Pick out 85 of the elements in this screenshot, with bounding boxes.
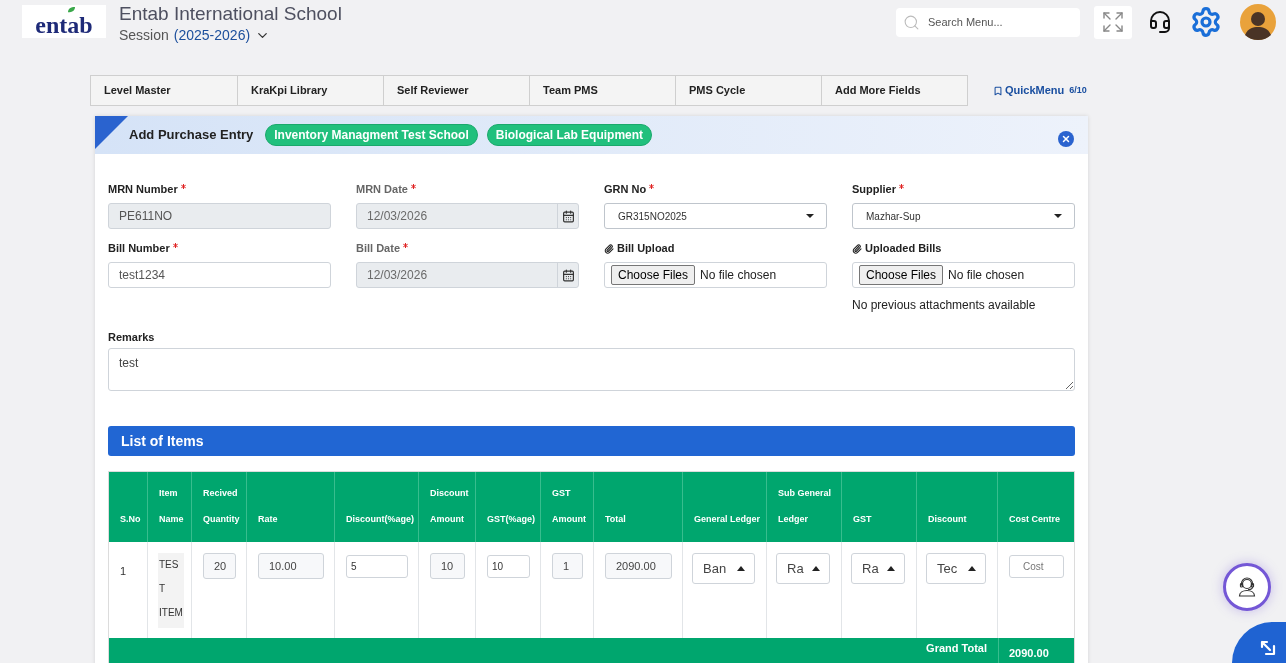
item-name-field: TEST ITEM	[158, 553, 184, 628]
select-dropdown[interactable]: Ra	[851, 553, 905, 584]
readonly-input[interactable]: 2090.00	[605, 553, 672, 579]
column-header: General Ledger	[694, 513, 761, 526]
column-header: Rate	[258, 513, 278, 526]
file-upload-field[interactable]: Choose Files No file chosen	[852, 262, 1075, 288]
caret-up-icon	[887, 566, 895, 571]
select-dropdown[interactable]: Ban	[692, 553, 755, 584]
select-dropdown[interactable]: Tec	[926, 553, 986, 584]
number-input[interactable]: 10	[487, 555, 530, 578]
calendar-icon	[561, 268, 575, 282]
attachments-note: No previous attachments available	[852, 297, 1037, 314]
section-title-bar: List of Items	[108, 426, 1075, 456]
grand-total-label: Grand Total	[926, 641, 987, 656]
remarks-textarea[interactable]: test	[108, 348, 1075, 391]
choose-files-button[interactable]: Choose Files	[611, 265, 696, 285]
text-input[interactable]: Cost	[1009, 555, 1064, 578]
column-header: GST Amount	[552, 487, 587, 526]
column-header: Sub General Ledger	[778, 487, 832, 526]
column-header: Discount Amount	[430, 487, 470, 526]
column-header: Cost Centre	[1009, 513, 1060, 526]
search-icon	[903, 13, 920, 31]
calendar-icon	[561, 209, 575, 223]
corner-triangle-icon	[95, 116, 128, 149]
paperclip-icon	[604, 243, 614, 254]
quickmenu-link[interactable]: QuickMenu 6/10	[993, 82, 1087, 99]
settings-icon[interactable]	[1190, 6, 1222, 38]
number-input[interactable]: 5	[346, 555, 408, 578]
select-dropdown[interactable]: Ra	[776, 553, 830, 584]
field-label: Bill Upload	[617, 241, 675, 257]
support-chat-button[interactable]	[1223, 563, 1271, 611]
row-number: 1	[120, 565, 127, 577]
readonly-input[interactable]: 10	[430, 553, 465, 579]
field-label: Uploaded Bills	[865, 241, 942, 257]
field-label: GRN No	[604, 182, 647, 198]
logo-wordmark: entab	[35, 14, 93, 36]
session-dropdown[interactable]: Session (2025-2026)	[119, 26, 342, 44]
fullscreen-button[interactable]	[1094, 5, 1132, 39]
caret-up-icon	[968, 566, 976, 571]
field-label: Remarks	[108, 330, 156, 342]
caret-down-icon	[1054, 214, 1062, 218]
leaf-icon	[66, 6, 76, 13]
readonly-input[interactable]: 1	[552, 553, 583, 579]
field-label: Bill Date	[356, 241, 400, 257]
close-button[interactable]	[1058, 131, 1074, 147]
file-upload-field[interactable]: Choose Files No file chosen	[604, 262, 827, 288]
context-tag: Inventory Managment Test School	[265, 124, 478, 146]
column-header: Item Name	[159, 487, 185, 526]
corner-action-button[interactable]	[1232, 622, 1286, 663]
column-header: Discount	[928, 513, 967, 526]
headset-icon[interactable]	[1148, 10, 1172, 34]
text-input[interactable]: test1234	[108, 262, 331, 288]
caret-up-icon	[812, 566, 820, 571]
column-header: GST	[853, 513, 872, 526]
school-name: Entab International School	[119, 2, 342, 25]
grand-total-value: 2090.00	[1009, 647, 1049, 659]
diagonal-arrow-icon	[1260, 640, 1276, 656]
avatar-icon[interactable]	[1240, 4, 1276, 40]
field-label: Bill Number	[108, 241, 170, 257]
file-status-text: No file chosen	[700, 267, 777, 284]
column-header: Recived Quantity	[203, 487, 241, 526]
context-tag: Biological Lab Equipment	[486, 124, 653, 146]
readonly-input[interactable]: 10.00	[258, 553, 324, 579]
caret-down-icon	[806, 214, 814, 218]
quickmenu-count: 6/10	[1069, 83, 1087, 97]
column-header: Total	[605, 513, 626, 526]
logo-tile[interactable]: entab	[22, 5, 106, 38]
select-dropdown[interactable]: Mazhar-Sup	[852, 203, 1075, 229]
paperclip-icon	[852, 243, 862, 254]
choose-files-button[interactable]: Choose Files	[859, 265, 944, 285]
readonly-input[interactable]: 20	[203, 553, 236, 579]
caret-up-icon	[737, 566, 745, 571]
field-label: MRN Number	[108, 182, 178, 198]
expand-icon	[1101, 10, 1125, 34]
field-label: MRN Date	[356, 182, 408, 198]
column-header: Discount(%age)	[346, 513, 414, 526]
file-status-text: No file chosen	[948, 267, 1025, 284]
column-header: S.No	[120, 513, 141, 526]
bookmark-icon	[993, 85, 1003, 96]
close-icon	[1061, 134, 1071, 144]
panel-title: Add Purchase Entry	[129, 126, 254, 145]
column-header: GST(%age)	[487, 513, 535, 526]
field-label: Supplier	[852, 182, 896, 198]
select-dropdown[interactable]: GR315NO2025	[604, 203, 827, 229]
search-input[interactable]: Search Menu...	[896, 7, 1080, 37]
